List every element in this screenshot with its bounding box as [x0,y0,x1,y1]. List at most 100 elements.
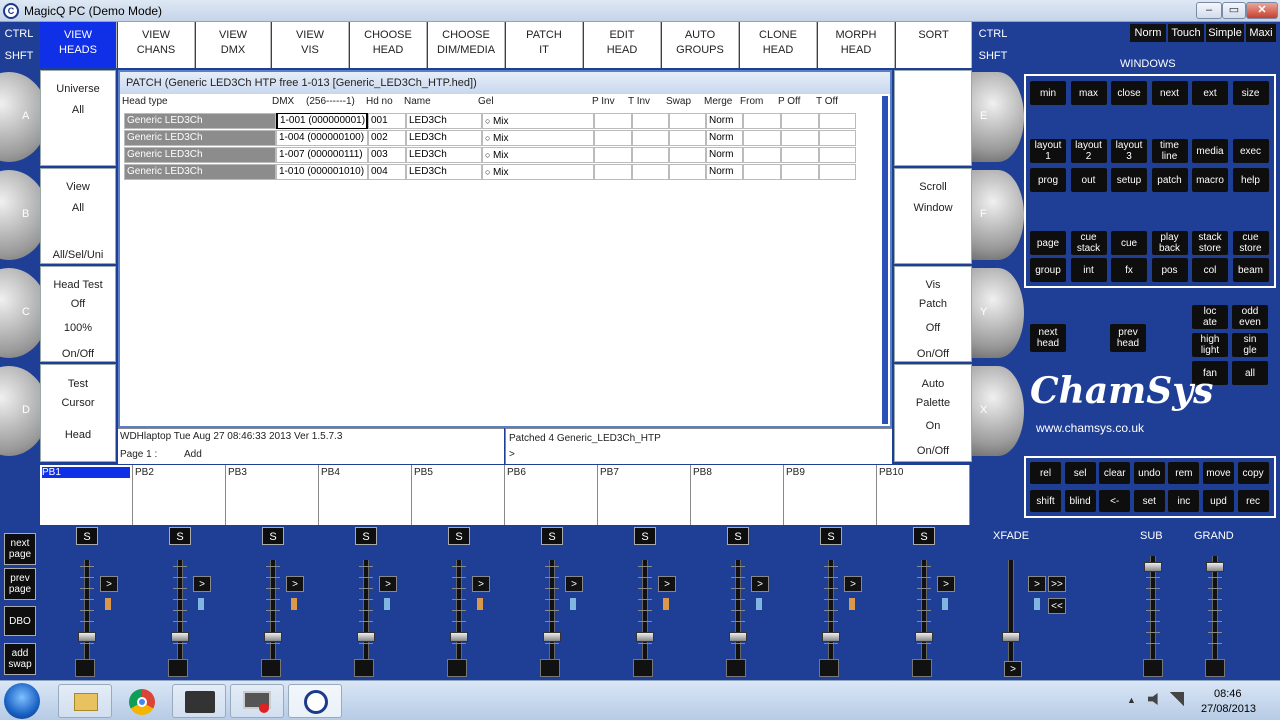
cell-gel[interactable]: ○ Mix [482,147,594,163]
soft-button-auto-palette[interactable]: Auto Palette On On/Off [894,364,972,462]
left-dbo-button[interactable]: DBO [4,606,36,636]
cell-head-type[interactable]: Generic LED3Ch [124,147,276,163]
cell-gel[interactable]: ○ Mix [482,164,594,180]
sub-fader-track[interactable] [1150,556,1156,666]
window-patch-button[interactable]: patch [1151,168,1188,192]
magicq-taskbar-icon[interactable] [288,684,342,718]
playback-4[interactable]: PB4 [319,465,412,525]
fader-select-button[interactable]: S [541,527,563,545]
window-time-line-button[interactable]: time line [1151,139,1188,163]
sub-fader-knob[interactable] [1144,562,1162,572]
cell-head-type[interactable]: Generic LED3Ch [124,164,276,180]
top-button-auto-groups[interactable]: AUTO GROUPS [662,22,739,68]
cell-t-inv[interactable] [632,113,669,129]
fader-select-button[interactable]: S [727,527,749,545]
key-undo-button[interactable]: undo [1133,462,1165,484]
key-clear-button[interactable]: clear [1099,462,1131,484]
minimize-button[interactable]: – [1196,2,1222,19]
go-button[interactable]: > [379,576,397,592]
cell-hd-no[interactable]: 002 [368,130,406,146]
playback-7[interactable]: PB7 [598,465,691,525]
window-size-button[interactable]: size [1232,81,1269,105]
window-help-button[interactable]: help [1232,168,1269,192]
grand-flash-button[interactable] [1205,659,1225,677]
flash-button[interactable] [354,659,374,677]
fader-knob[interactable] [543,632,561,642]
cell-t-off[interactable] [819,147,856,163]
flash-button[interactable] [819,659,839,677]
flash-button[interactable] [168,659,188,677]
flash-button[interactable] [261,659,281,677]
table-row[interactable]: Generic LED3Ch 1-007 (000000111) 003 LED3Ch… [124,147,856,163]
table-row[interactable]: Generic LED3Ch 1-001 (000000001) 001 LED3Ch… [124,113,856,129]
key-upd-button[interactable]: upd [1203,490,1234,512]
flash-button[interactable] [540,659,560,677]
encoder-f-knob[interactable]: F [972,170,1024,260]
select-locate-button[interactable]: loc ate [1192,305,1228,329]
soft-button-e[interactable] [894,70,972,166]
sub-flash-button[interactable] [1143,659,1163,677]
fader-knob[interactable] [729,632,747,642]
select-single-button[interactable]: sin gle [1232,333,1268,357]
cell-dmx[interactable]: 1-007 (000000111) [276,147,368,163]
cell-gel[interactable]: ○ Mix [482,130,594,146]
window-layout-2-button[interactable]: layout 2 [1070,139,1107,163]
playback-3[interactable]: PB3 [226,465,319,525]
cell-merge[interactable]: Norm [706,147,743,163]
cell-hd-no[interactable]: 003 [368,147,406,163]
mode-maxi-button[interactable]: Maxi [1246,24,1276,42]
command-prompt[interactable]: > [509,449,515,460]
window-layout-1-button[interactable]: layout 1 [1030,139,1066,163]
flash-button[interactable] [633,659,653,677]
window-exec-button[interactable]: exec [1232,139,1269,163]
top-button-edit-head[interactable]: EDIT HEAD [584,22,661,68]
cell-name[interactable]: LED3Ch [406,147,482,163]
left-add-swap-button[interactable]: add swap [4,643,36,675]
flash-button[interactable] [726,659,746,677]
window-stack-store-button[interactable]: stack store [1192,231,1228,255]
key-blind-button[interactable]: blind [1064,490,1096,512]
fader-select-button[interactable]: S [820,527,842,545]
cell-dmx[interactable]: 1-004 (000000100) [276,130,368,146]
top-button-choose-head[interactable]: CHOOSE HEAD [350,22,427,68]
go-button[interactable]: > [193,576,211,592]
encoder-x-knob[interactable]: X [972,366,1024,456]
cell-name[interactable]: LED3Ch [406,113,482,129]
left-next-page-button[interactable]: next page [4,533,36,565]
cell-t-off[interactable] [819,113,856,129]
restore-button[interactable]: ▭ [1222,2,1246,19]
playback-1[interactable]: PB1 [40,465,133,525]
table-row[interactable]: Generic LED3Ch 1-004 (000000100) 002 LED3Ch… [124,130,856,146]
key-shift-button[interactable]: shift [1030,490,1061,512]
vertical-scrollbar[interactable] [882,96,888,424]
select-oddeven-button[interactable]: odd even [1232,305,1268,329]
fader-knob[interactable] [822,632,840,642]
cell-gel[interactable]: ○ Mix [482,113,594,129]
top-button-patch-it[interactable]: PATCH IT [506,22,583,68]
soft-button-head-test[interactable]: Head Test Off 100% On/Off [40,266,116,362]
cell-p-inv[interactable] [594,147,632,163]
cell-p-inv[interactable] [594,164,632,180]
fader-select-button[interactable]: S [355,527,377,545]
cell-p-off[interactable] [781,164,819,180]
xfade-fast-forward-button[interactable]: >> [1048,576,1066,592]
fader-select-button[interactable]: S [76,527,98,545]
flash-button[interactable] [75,659,95,677]
window-layout-3-button[interactable]: layout 3 [1111,139,1147,163]
cell-head-type[interactable]: Generic LED3Ch [124,130,276,146]
cell-merge[interactable]: Norm [706,130,743,146]
video-app-taskbar-icon[interactable] [172,684,226,718]
window-cue-button[interactable]: cue [1111,231,1147,255]
go-button[interactable]: > [565,576,583,592]
top-button-view-vis[interactable]: VIEW VIS [272,22,349,68]
fader-knob[interactable] [78,632,96,642]
cell-p-off[interactable] [781,113,819,129]
key-backspace-button[interactable]: <- [1099,490,1131,512]
go-button[interactable]: > [844,576,862,592]
grand-fader-knob[interactable] [1206,562,1224,572]
fader-knob[interactable] [915,632,933,642]
go-button[interactable]: > [937,576,955,592]
top-button-view-chans[interactable]: VIEW CHANS [118,22,195,68]
top-button-choose-dim-media[interactable]: CHOOSE DIM/MEDIA [428,22,505,68]
cell-head-type[interactable]: Generic LED3Ch [124,113,276,129]
